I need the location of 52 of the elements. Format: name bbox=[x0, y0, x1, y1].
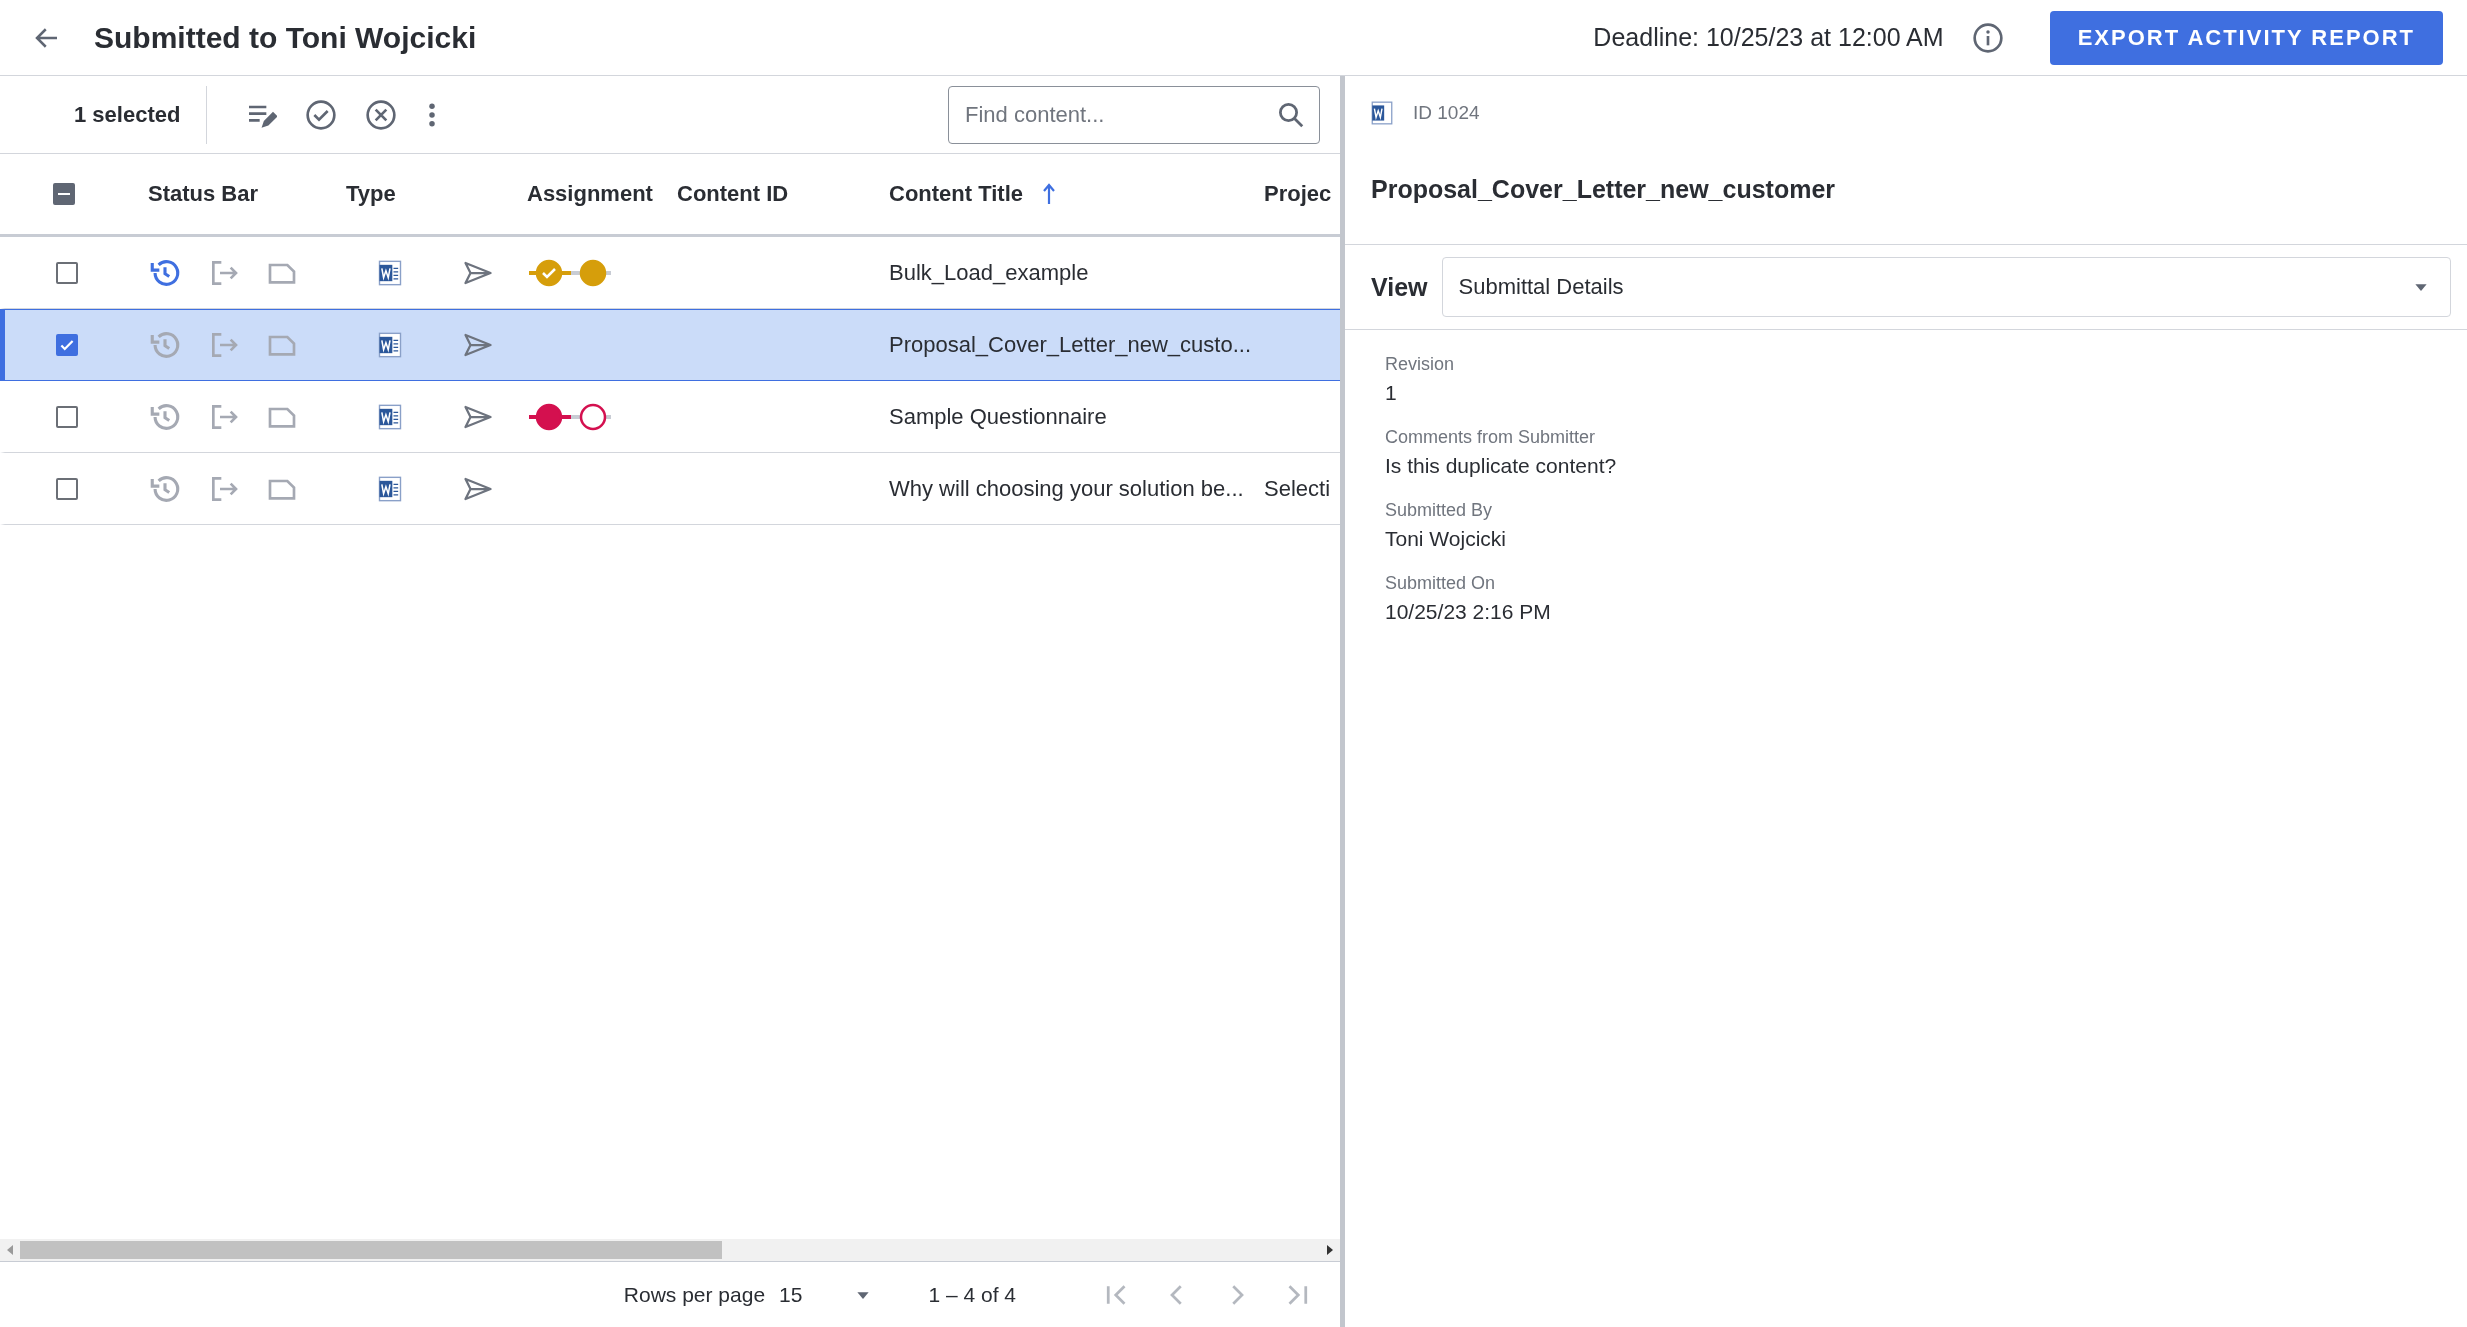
select-all-checkbox[interactable] bbox=[53, 183, 75, 205]
word-document-icon bbox=[376, 258, 404, 287]
field-value: 1 bbox=[1385, 381, 1398, 405]
table-row[interactable]: Proposal_Cover_Letter_new_custo... bbox=[0, 309, 1340, 381]
column-header[interactable]: Status Bar bbox=[148, 181, 259, 207]
view-label: View bbox=[1371, 272, 1428, 302]
caret-icon bbox=[2414, 282, 2428, 292]
cancel-circle-icon[interactable] bbox=[365, 98, 398, 131]
content-id: ID 1024 bbox=[1413, 102, 1480, 124]
field-value: Is this duplicate content? bbox=[1385, 454, 1618, 478]
table-row[interactable]: Sample Questionnaire bbox=[0, 381, 1340, 453]
column-header[interactable]: Content ID bbox=[677, 181, 789, 207]
check-circle-icon[interactable] bbox=[305, 98, 338, 131]
column-header[interactable]: Projec bbox=[1264, 181, 1332, 207]
field-label: Submitted By bbox=[1385, 500, 1494, 521]
content-title: Proposal_Cover_Letter_new_custo... bbox=[889, 332, 1251, 358]
field-value: Toni Wojcicki bbox=[1385, 527, 1507, 551]
field-value: 10/25/23 2:16 PM bbox=[1385, 600, 1552, 624]
horizontal-scrollbar[interactable] bbox=[0, 1239, 1340, 1262]
column-header[interactable]: Content Title bbox=[889, 181, 1024, 207]
caret-icon bbox=[856, 1290, 871, 1300]
word-document-icon bbox=[376, 402, 404, 431]
row-checkbox[interactable] bbox=[55, 334, 78, 356]
row-checkbox[interactable] bbox=[55, 405, 78, 428]
scroll-left-icon[interactable] bbox=[6, 1244, 14, 1256]
project-cell: Selecti bbox=[1264, 475, 1331, 502]
field-label: Revision bbox=[1385, 354, 1456, 375]
column-header[interactable]: Assignment bbox=[527, 181, 653, 207]
word-document-icon bbox=[376, 474, 404, 503]
detail-title: Proposal_Cover_Letter_new_customer bbox=[1345, 134, 2467, 245]
selection-count: 1 selected bbox=[74, 85, 208, 144]
export-activity-report-button[interactable]: EXPORT ACTIVITY REPORT bbox=[2049, 10, 2443, 65]
page-title: Submitted to Toni Wojcicki bbox=[94, 20, 477, 55]
deadline-text: Deadline: 10/25/23 at 12:00 AM bbox=[1593, 23, 1944, 52]
search-field[interactable]: Find content... bbox=[948, 85, 1320, 144]
rows-per-page-select[interactable]: 15 bbox=[779, 1283, 871, 1307]
content-title: Sample Questionnaire bbox=[889, 403, 1107, 430]
row-checkbox[interactable] bbox=[55, 261, 78, 284]
page-range: 1 – 4 of 4 bbox=[928, 1283, 1016, 1307]
row-checkbox[interactable] bbox=[55, 477, 78, 500]
scroll-right-icon[interactable] bbox=[1326, 1244, 1334, 1256]
rows-per-page-label: Rows per page bbox=[623, 1283, 766, 1307]
field-label: Comments from Submitter bbox=[1385, 427, 1597, 448]
field-label: Submitted On bbox=[1385, 573, 1497, 594]
word-document-icon bbox=[1369, 100, 1395, 126]
info-icon[interactable] bbox=[1971, 21, 2004, 54]
view-dropdown[interactable]: Submittal Details bbox=[1441, 257, 2451, 317]
table-row[interactable]: Why will choosing your solution be... Selecti bbox=[0, 453, 1340, 525]
content-title: Bulk_Load_example bbox=[889, 259, 1089, 286]
word-document-icon bbox=[376, 331, 404, 359]
column-header[interactable]: Type bbox=[346, 181, 396, 207]
content-title: Why will choosing your solution be... bbox=[889, 475, 1244, 502]
